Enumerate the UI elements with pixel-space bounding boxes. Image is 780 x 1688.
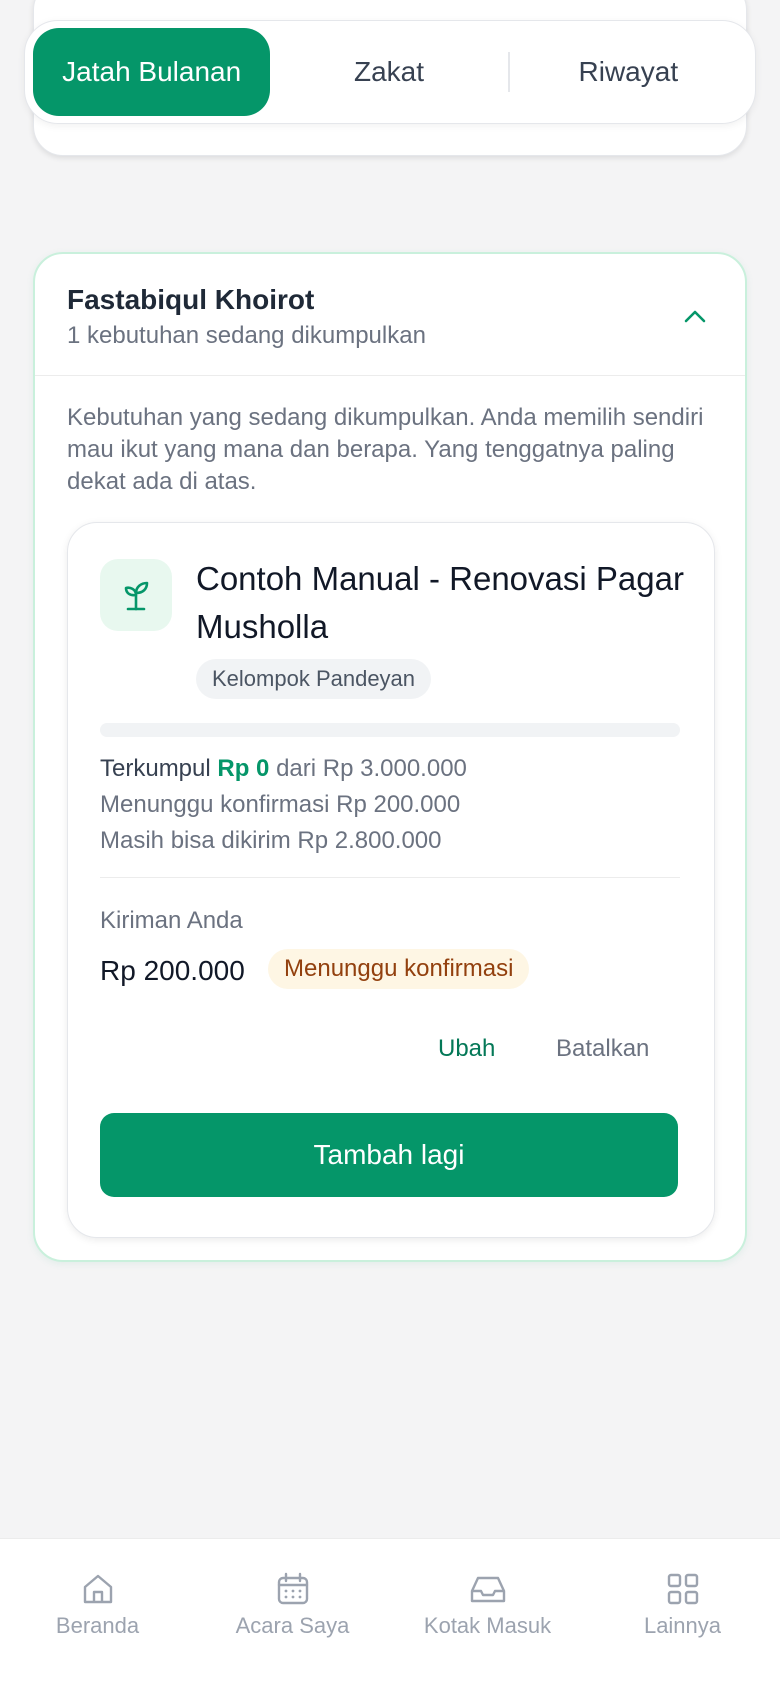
pending-line: Menunggu konfirmasi Rp 200.000 [100,791,461,818]
nav-label: Acara Saya [235,1613,350,1638]
nav-kotak-masuk[interactable]: Kotak Masuk [390,1539,585,1688]
divider [100,877,680,878]
group-subtitle: 1 kebutuhan sedang dikumpulkan [67,322,426,349]
group-description: Kebutuhan yang sedang dikumpulkan. Anda … [67,404,704,495]
nav-label: Lainnya [643,1613,722,1638]
need-stats: Terkumpul Rp 0 dari Rp 3.000.000 Menungg… [100,751,467,859]
home-icon [83,1574,112,1604]
nav-beranda[interactable]: Beranda [0,1539,195,1688]
sprout-icon [100,559,172,631]
edit-button[interactable]: Ubah [438,1035,495,1063]
status-badge: Menunggu konfirmasi [268,949,530,989]
need-title: Contoh Manual - Renovasi Pagar Musholla [196,560,684,645]
page: Jatah Bulanan Zakat Riwayat Fastabiqul K… [0,0,780,1688]
collected-amount: Rp 0 [217,755,270,782]
progress-bar [100,723,680,737]
cancel-button[interactable]: Batalkan [556,1035,649,1063]
contribution-label: Kiriman Anda [100,907,243,934]
nav-label: Kotak Masuk [423,1613,552,1638]
collected-line: Terkumpul Rp 0 dari Rp 3.000.000 [100,751,467,787]
group-badge: Kelompok Pandeyan [196,659,432,699]
add-more-button[interactable]: Tambah lagi [100,1113,678,1197]
tab-jatah-bulanan[interactable]: Jatah Bulanan [33,28,271,116]
group-header[interactable]: Fastabiqul Khoirot 1 kebutuhan sedang di… [35,254,745,376]
calendar-icon [277,1572,308,1605]
nav-acara-saya[interactable]: Acara Saya [195,1539,390,1688]
remaining-line: Masih bisa dikirim Rp 2.800.000 [100,827,442,854]
group-title: Fastabiqul Khoirot [67,284,315,315]
collected-prefix: Terkumpul [100,755,211,782]
grid-icon [667,1573,698,1605]
nav-label: Beranda [55,1613,140,1638]
tab-riwayat[interactable]: Riwayat [510,28,747,116]
bottom-nav: Beranda Acara Saya Kotak Masuk Lainnya [0,1538,780,1688]
chevron-up-icon[interactable] [681,302,709,330]
tab-zakat[interactable]: Zakat [270,28,507,116]
inbox-icon [470,1576,505,1603]
need-card: Contoh Manual - Renovasi Pagar Musholla … [67,522,715,1238]
tab-bar: Jatah Bulanan Zakat Riwayat [24,20,756,124]
group-card: Fastabiqul Khoirot 1 kebutuhan sedang di… [33,252,747,1262]
contribution-amount: Rp 200.000 [100,955,245,986]
collected-suffix: dari Rp 3.000.000 [276,755,467,782]
nav-lainnya[interactable]: Lainnya [585,1539,780,1688]
